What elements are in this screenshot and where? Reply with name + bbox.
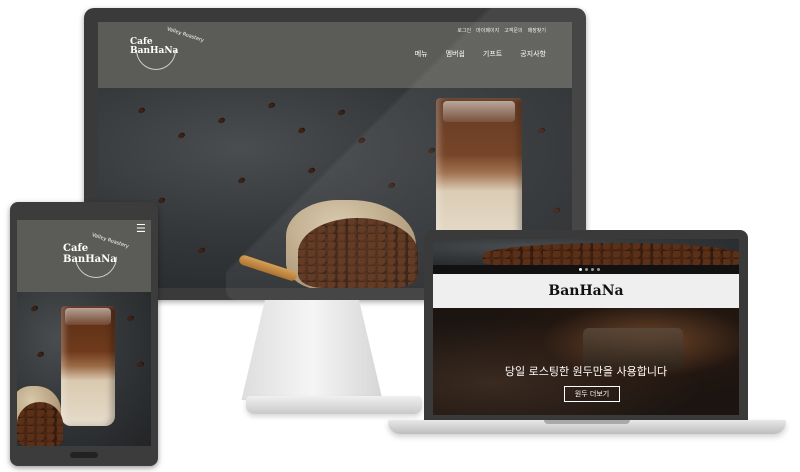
slider-dot[interactable] xyxy=(591,268,594,271)
laptop-device: BanHaNa 당일 로스팅한 원두만을 사용합니다 원두 더보기 xyxy=(424,230,748,420)
espresso-machine-image xyxy=(583,328,683,368)
coffee-bean-pile xyxy=(17,402,63,446)
laptop-screen: BanHaNa 당일 로스팅한 원두만을 사용합니다 원두 더보기 xyxy=(433,239,739,415)
iced-latte-glass xyxy=(436,98,522,248)
tablet-header: ☰ Cafe BanHaNa Valley Roastery xyxy=(17,220,151,292)
coffee-bean-pile xyxy=(298,218,418,288)
slider-dot[interactable] xyxy=(597,268,600,271)
coffee-bean xyxy=(357,136,366,145)
coffee-bean xyxy=(307,166,316,175)
nav-membership[interactable]: 멤버쉽 xyxy=(446,49,465,59)
coffee-bean xyxy=(267,101,276,110)
nav-menu[interactable]: 메뉴 xyxy=(415,49,428,59)
laptop-brand-band: BanHaNa xyxy=(433,274,739,308)
monitor-stand xyxy=(241,300,383,400)
more-beans-button[interactable]: 원두 더보기 xyxy=(564,386,620,402)
hero-tagline: 당일 로스팅한 원두만을 사용합니다 xyxy=(504,365,668,378)
util-nav-support[interactable]: 고객문의 xyxy=(504,27,522,34)
main-nav: 메뉴 멤버쉽 기프트 공지사항 xyxy=(415,49,546,59)
tablet-screen: ☰ Cafe BanHaNa Valley Roastery xyxy=(17,220,151,446)
iced-latte-glass xyxy=(61,306,115,426)
tablet-hero-image xyxy=(17,292,151,446)
monitor-base xyxy=(246,396,422,414)
laptop-hero-section: 당일 로스팅한 원두만을 사용합니다 원두 더보기 xyxy=(433,308,739,415)
coffee-bean xyxy=(237,176,246,185)
coffee-bean xyxy=(537,126,546,135)
slider-dots xyxy=(579,268,600,271)
coffee-bean xyxy=(137,106,146,115)
coffee-bean-pile xyxy=(483,243,739,265)
laptop-slide-image xyxy=(433,239,739,265)
coffee-bean xyxy=(552,206,561,215)
coffee-bean xyxy=(217,116,226,125)
util-nav-login[interactable]: 로그인 xyxy=(457,27,471,34)
nav-gift[interactable]: 기프트 xyxy=(483,49,502,59)
hamburger-icon[interactable]: ☰ xyxy=(136,223,146,234)
coffee-bean xyxy=(136,360,145,369)
util-nav-store-finder[interactable]: 매장찾기 xyxy=(528,27,546,34)
utility-nav: 로그인 마이페이지 고객문의 매장찾기 xyxy=(457,27,546,34)
coffee-bean xyxy=(337,108,346,117)
coffee-bean xyxy=(427,146,436,155)
brand-title: BanHaNa xyxy=(548,283,624,299)
nav-notice[interactable]: 공지사항 xyxy=(520,49,546,59)
tablet-device: ☰ Cafe BanHaNa Valley Roastery xyxy=(10,202,158,466)
coffee-bean xyxy=(177,131,186,140)
coffee-bean xyxy=(157,196,166,205)
slider-dot[interactable] xyxy=(585,268,588,271)
coffee-bean xyxy=(126,314,135,323)
desktop-header: Cafe BanHaNa Valley Roastery 로그인 마이페이지 고… xyxy=(98,22,572,88)
slider-dot[interactable] xyxy=(579,268,582,271)
util-nav-mypage[interactable]: 마이페이지 xyxy=(476,27,499,34)
coffee-bean xyxy=(197,246,206,255)
laptop-notch xyxy=(544,420,630,424)
laptop-base xyxy=(388,420,786,434)
coffee-bean xyxy=(36,350,45,359)
tablet-home-button[interactable] xyxy=(70,452,98,458)
coffee-bean xyxy=(297,126,306,135)
coffee-bean xyxy=(387,181,396,190)
coffee-bean xyxy=(30,304,39,313)
